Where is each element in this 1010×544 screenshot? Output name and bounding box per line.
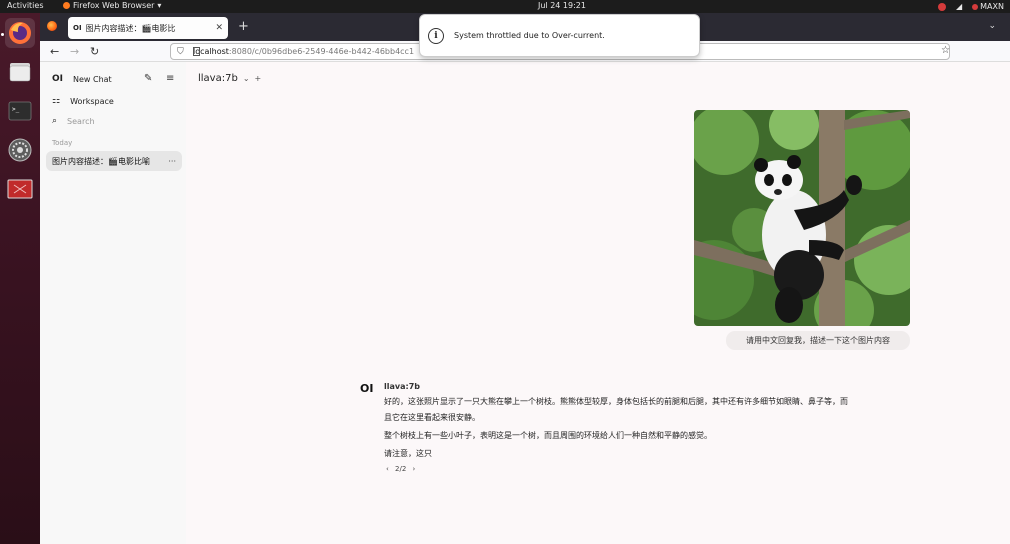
assistant-text-line: 整个树枝上有一些小叶子，表明这是一个树，而且周围的环境给人们一种自然和平静的感觉… (384, 431, 712, 440)
network-icon: ◢ (956, 2, 963, 11)
no-entry-icon (938, 2, 946, 11)
power-mode: MAXN (972, 2, 1004, 11)
app-menu-label: Firefox Web Browser (73, 1, 155, 10)
power-mode-label: MAXN (980, 2, 1004, 11)
dock-settings[interactable] (5, 135, 35, 165)
edit-icon[interactable]: ✎ (144, 73, 152, 84)
firefox-icon (9, 22, 31, 44)
more-options-icon[interactable]: ··· (168, 157, 176, 166)
bookmark-star-icon[interactable]: ☆ (941, 45, 950, 56)
activities-button[interactable]: Activities (7, 1, 44, 10)
assistant-avatar: OI (360, 382, 374, 395)
dock-files[interactable] (5, 57, 35, 87)
search-field[interactable]: ⌕ Search (52, 116, 95, 126)
tab-title: 图片内容描述：🎬电影比 (85, 23, 176, 33)
nvidia-alert-icon (972, 3, 979, 10)
info-icon: i (428, 27, 444, 44)
svg-text:>_: >_ (12, 106, 20, 113)
search-icon: ⌕ (52, 116, 58, 126)
panda-photo (694, 110, 910, 326)
uploaded-image[interactable] (694, 110, 910, 326)
new-tab-button[interactable]: + (238, 19, 249, 34)
prev-response-icon[interactable]: ‹ (386, 465, 389, 473)
new-chat-label: New Chat (73, 74, 112, 84)
terminal-icon: >_ (8, 101, 32, 121)
search-placeholder: Search (67, 116, 95, 126)
assistant-text-line: 且它在这里看起来很安静。 (384, 413, 480, 422)
sidebar-toggle-icon[interactable]: ≡ (166, 73, 174, 84)
app-menu[interactable]: Firefox Web Browser ▾ (63, 1, 161, 10)
system-top-bar: Activities Firefox Web Browser ▾ Jul 24 … (0, 0, 1010, 13)
forward-arrow-icon[interactable]: → (70, 45, 79, 58)
dock-firefox[interactable] (5, 18, 35, 48)
page-icon[interactable] (193, 47, 200, 56)
chevron-down-icon: ▾ (157, 1, 162, 10)
tab-close-icon[interactable]: ✕ (215, 23, 223, 33)
section-today: Today (52, 139, 73, 147)
model-selector[interactable]: llava:7b ⌄ + (198, 73, 261, 84)
dock: >_ (0, 13, 40, 544)
dock-terminal[interactable]: >_ (5, 96, 35, 126)
system-tray[interactable]: ◢ MAXN (938, 0, 1004, 13)
add-model-button[interactable]: + (255, 74, 262, 83)
gear-icon (8, 138, 32, 162)
pager-count: 2/2 (395, 465, 407, 473)
firefox-view-icon[interactable] (47, 21, 57, 31)
chat-list-item-title: 图片内容描述：🎬电影比喻 (52, 156, 150, 166)
assistant-text-line: 好的，这张照片显示了一只大熊在攀上一个树枝。熊熊体型较厚，身体包括长的前腿和后腿… (384, 397, 848, 406)
back-arrow-icon[interactable]: ← (50, 45, 59, 58)
firefox-mini-icon (63, 2, 70, 9)
new-chat-button[interactable]: OI New Chat (52, 74, 112, 84)
chat-sidebar: OI New Chat ✎ ≡ ⚏ Workspace ⌕ Search Tod… (40, 62, 186, 544)
assistant-name: llava:7b (384, 382, 420, 391)
folder-icon (9, 63, 31, 82)
app-logo: OI (52, 74, 63, 84)
browser-tab-active[interactable]: OI 图片内容描述：🎬电影比 ✕ (68, 17, 228, 39)
chat-list-item[interactable]: 图片内容描述：🎬电影比喻 ··· (46, 151, 182, 171)
reload-icon[interactable]: ↻ (90, 45, 99, 58)
list-all-tabs-button[interactable]: ⌄ (988, 21, 996, 31)
next-response-icon[interactable]: › (413, 465, 416, 473)
shield-icon[interactable]: ⛉ (177, 47, 184, 57)
workspace-label: Workspace (70, 96, 114, 106)
clock[interactable]: Jul 24 19:21 (538, 1, 586, 10)
workspace-icon: ⚏ (52, 96, 61, 106)
assistant-text-line: 请注意，这只 (384, 449, 432, 458)
chat-main: llava:7b ⌄ + 请用中文回复我，描述一下这个图片内容 OI llava… (186, 62, 1010, 544)
dock-app-red[interactable] (5, 174, 35, 204)
model-name: llava:7b (198, 73, 238, 84)
response-pager: ‹ 2/2 › (386, 465, 415, 473)
running-indicator (1, 33, 4, 36)
user-message: 请用中文回复我，描述一下这个图片内容 (726, 331, 910, 350)
workspace-link[interactable]: ⚏ Workspace (52, 96, 114, 106)
chevron-down-icon: ⌄ (242, 74, 250, 83)
app-window-icon (7, 179, 33, 199)
user-message-text: 请用中文回复我，描述一下这个图片内容 (746, 336, 890, 345)
url-path: :8080/c/0b96dbe6-2549-446e-b442-46bb4cc1 (228, 47, 415, 56)
tab-favicon: OI (73, 24, 82, 32)
notification-message: System throttled due to Over-current. (454, 31, 605, 40)
system-notification[interactable]: i System throttled due to Over-current. (419, 14, 700, 57)
